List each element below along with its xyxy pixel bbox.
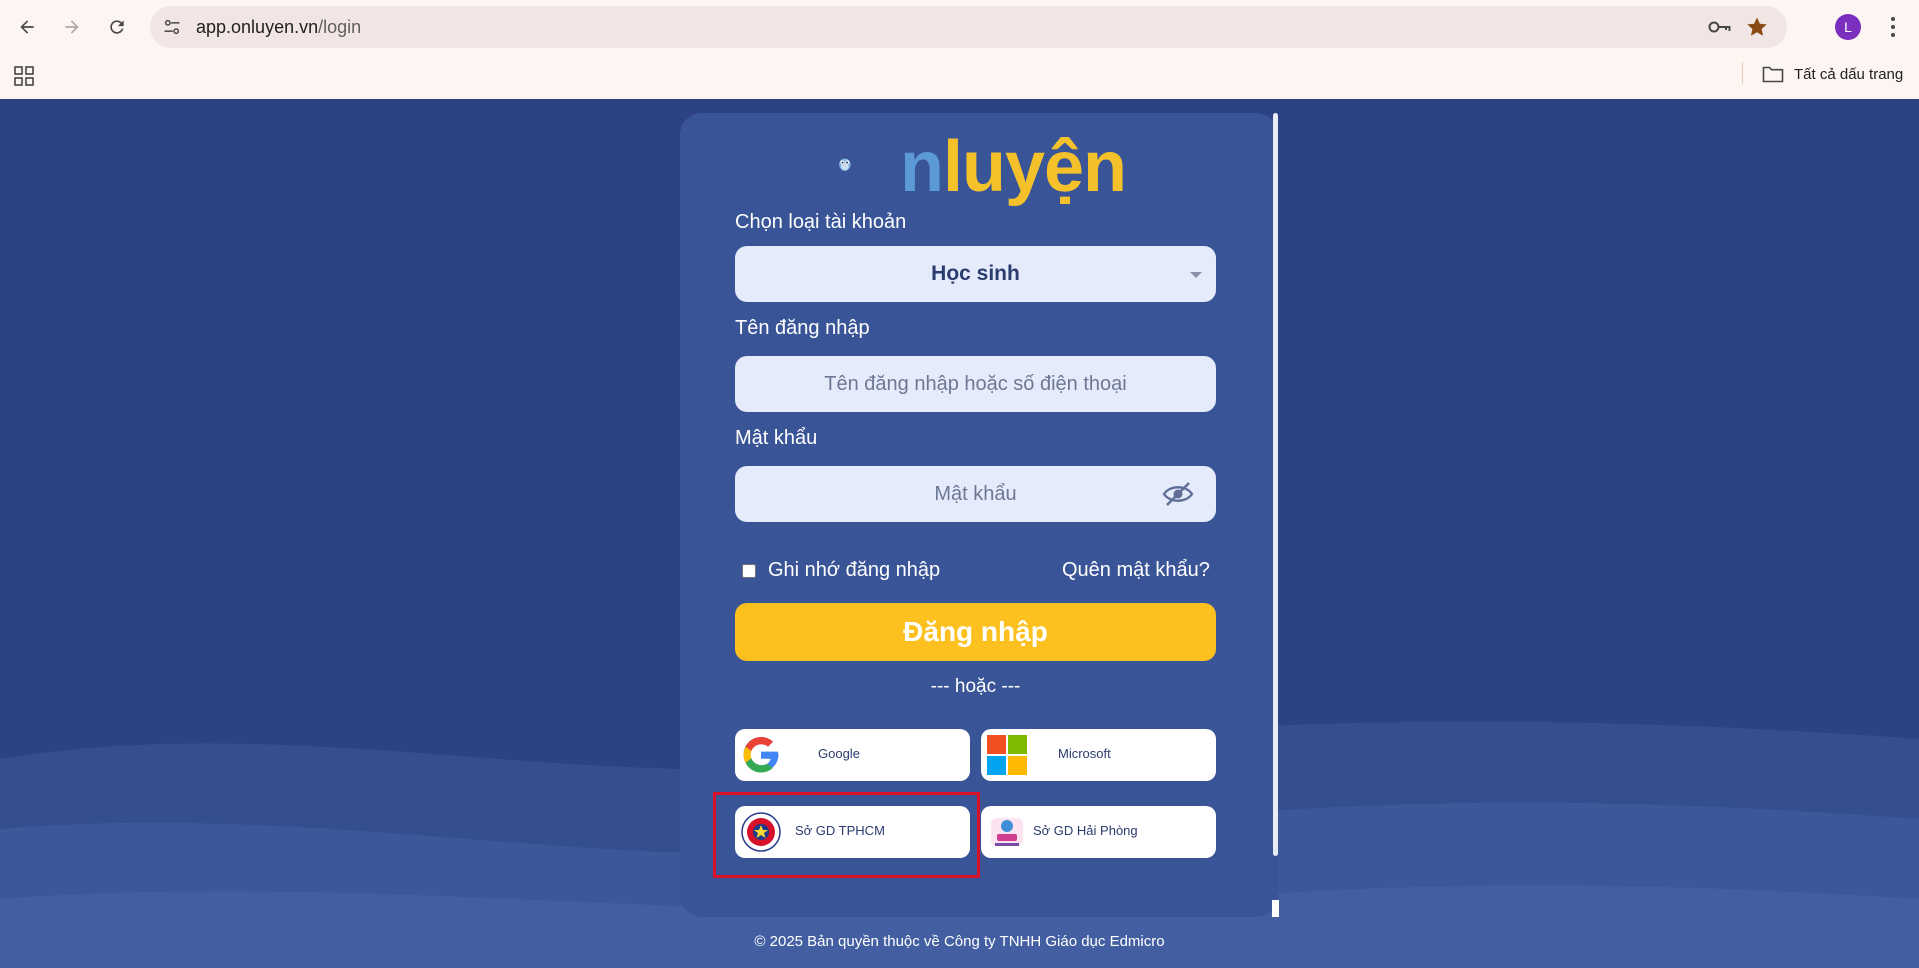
kebab-menu-icon[interactable] (1881, 14, 1905, 40)
so-gd-hai-phong-login-button[interactable]: Sở GD Hải Phòng (981, 806, 1216, 858)
password-placeholder: Mật khẩu (934, 482, 1017, 505)
microsoft-login-button[interactable]: Microsoft (981, 729, 1216, 781)
all-bookmarks-button[interactable]: Tất cả dấu trang (1762, 62, 1903, 86)
username-label: Tên đăng nhập (735, 317, 870, 339)
forgot-password-link[interactable]: Quên mật khẩu? (1062, 559, 1210, 582)
so-gd-hai-phong-label: Sở GD Hải Phòng (1033, 823, 1138, 838)
page-viewport: nluyện Chọn loại tài khoản Học sinh Tên … (0, 99, 1919, 968)
eye-off-icon[interactable] (1162, 480, 1194, 508)
onluyen-logo-text: nluyện (900, 127, 1127, 207)
password-label: Mật khẩu (735, 427, 818, 449)
remember-me[interactable]: Ghi nhớ đăng nhập (742, 559, 940, 582)
arrow-left-icon (20, 20, 34, 34)
bookmarks-divider (1742, 62, 1743, 84)
microsoft-icon (987, 735, 1027, 775)
star-icon[interactable] (1745, 15, 1769, 39)
back-button[interactable] (10, 10, 44, 44)
google-icon (743, 736, 779, 773)
browser-toolbar: app.onluyen.vn/login L (0, 0, 1919, 54)
logo-letter-n: n (900, 127, 944, 207)
owl-logo-icon (839, 156, 851, 171)
key-icon[interactable] (1707, 16, 1731, 38)
login-button[interactable]: Đăng nhập (735, 603, 1216, 661)
url-text[interactable]: app.onluyen.vn/login (196, 17, 361, 38)
logo-word-luyen: luyện (942, 127, 1127, 207)
tune-icon[interactable] (162, 17, 182, 37)
microsoft-label: Microsoft (1058, 746, 1111, 761)
reload-icon (110, 20, 124, 34)
apps-grid-icon[interactable] (14, 66, 34, 86)
username-placeholder: Tên đăng nhập hoặc số điện thoại (824, 372, 1127, 395)
browser-chrome: app.onluyen.vn/login L Tất cả dấu trang (0, 0, 1919, 99)
account-type-value: Học sinh (931, 262, 1020, 285)
remember-checkbox[interactable] (742, 563, 756, 578)
folder-icon (1762, 66, 1784, 83)
remember-label: Ghi nhớ đăng nhập (768, 559, 941, 581)
password-input[interactable]: Mật khẩu (735, 466, 1216, 522)
address-bar[interactable]: app.onluyen.vn/login (150, 6, 1787, 48)
reload-button[interactable] (100, 10, 134, 44)
all-bookmarks-label: Tất cả dấu trang (1794, 65, 1904, 83)
so-gd-hai-phong-logo-icon (991, 818, 1023, 846)
card-scrollbar-end[interactable] (1272, 900, 1279, 917)
card-scrollbar-thumb[interactable] (1273, 113, 1278, 856)
forward-button[interactable] (55, 10, 89, 44)
highlight-box (713, 792, 980, 878)
username-input[interactable]: Tên đăng nhập hoặc số điện thoại (735, 356, 1216, 412)
account-type-label: Chọn loại tài khoản (735, 211, 907, 233)
bookmarks-bar: Tất cả dấu trang (0, 54, 1919, 99)
footer-copyright: © 2025 Bản quyền thuộc về Công ty TNHH G… (754, 933, 1165, 950)
caret-down-icon (1190, 272, 1202, 278)
profile-avatar[interactable]: L (1835, 14, 1861, 40)
url-host: app.onluyen.vn (196, 17, 319, 37)
url-path: /login (318, 17, 362, 37)
arrow-right-icon (65, 20, 79, 34)
google-label: Google (818, 746, 860, 761)
google-login-button[interactable]: Google (735, 729, 970, 781)
account-type-select[interactable]: Học sinh (735, 246, 1216, 302)
or-divider: --- hoặc --- (930, 676, 1021, 697)
